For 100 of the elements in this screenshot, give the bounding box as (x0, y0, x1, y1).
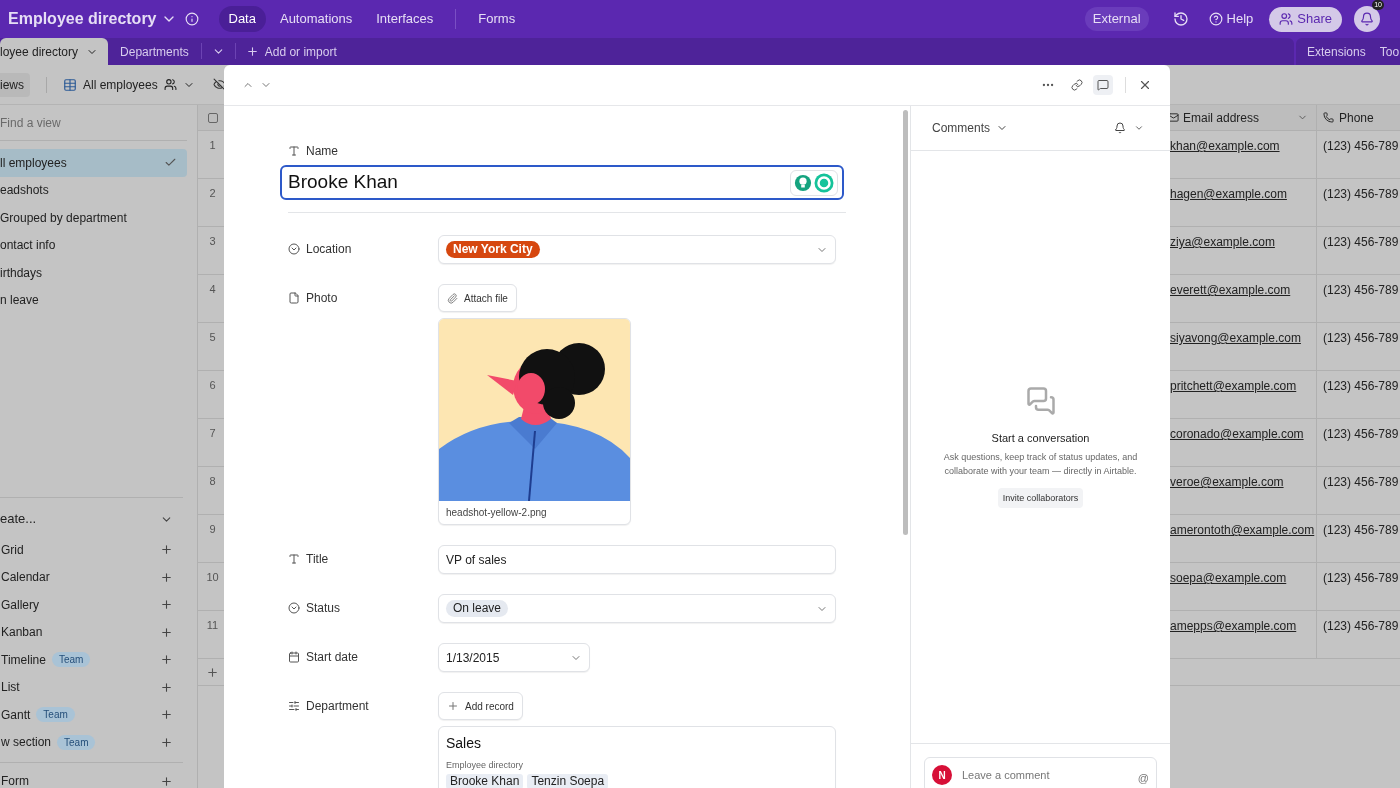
create-view-item[interactable]: Timeline (0, 650, 46, 669)
table-tab[interactable]: loyee directory (0, 38, 109, 65)
email-link[interactable]: khan@example.com (1170, 139, 1280, 153)
view-item[interactable]: ll employees (0, 149, 187, 177)
lightbulb-icon[interactable] (794, 173, 812, 192)
history-icon[interactable] (1172, 11, 1189, 27)
plus-icon[interactable] (160, 735, 173, 749)
base-title[interactable]: Employee directory (8, 7, 157, 31)
share-button[interactable]: Share (1269, 6, 1342, 32)
table-cell: (123) 456-789 (1323, 523, 1399, 537)
help-icon (1208, 12, 1223, 26)
comment-field[interactable]: N Leave a comment @ (924, 757, 1157, 788)
grid-icon (63, 77, 77, 92)
email-link[interactable]: amerontoth@example.com (1170, 523, 1315, 537)
plus-icon[interactable] (160, 598, 173, 612)
view-item[interactable]: n leave (0, 286, 187, 314)
table-cell: (123) 456-789 (1323, 139, 1399, 153)
create-view-item[interactable]: Kanban (0, 623, 43, 642)
plus-icon[interactable] (160, 543, 173, 557)
plus-icon[interactable] (160, 708, 173, 722)
create-view-item[interactable]: w section (0, 733, 52, 752)
circle-chevron-icon (288, 602, 300, 614)
field-label: Location (306, 241, 352, 258)
empty-description: Ask questions, keep track of status updates, and collaborate with your team — directly in Airtable. (942, 451, 1139, 479)
link-icon[interactable] (1071, 79, 1083, 91)
row-number: 11 (206, 618, 219, 631)
select-field[interactable]: On leave (438, 594, 836, 623)
name-field[interactable]: Brooke Khan (280, 165, 844, 200)
view-item[interactable]: ontact info (0, 231, 187, 259)
table-cell: (123) 456-789 (1323, 187, 1399, 201)
email-link[interactable]: veroe@example.com (1170, 475, 1284, 489)
create-view-item[interactable]: Gantt (0, 705, 31, 724)
email-link[interactable]: ziya@example.com (1170, 235, 1275, 249)
nav-tab[interactable]: Data (218, 6, 266, 32)
row-number: 5 (209, 330, 216, 343)
help-button[interactable]: Help (1208, 9, 1254, 29)
email-link[interactable]: everett@example.com (1170, 283, 1291, 297)
plus-icon[interactable] (160, 680, 173, 694)
plus-icon[interactable] (160, 775, 173, 788)
table-cell: (123) 456-789 (1323, 475, 1399, 489)
create-view-item[interactable]: Grid (0, 540, 24, 559)
views-button[interactable]: iews (0, 72, 30, 97)
add-record-button[interactable]: Add record (438, 692, 523, 720)
comments-toggle[interactable] (1093, 75, 1113, 95)
view-item[interactable]: eadshots (0, 176, 187, 204)
add-row-icon[interactable] (206, 665, 219, 679)
comments-dropdown[interactable]: Comments (932, 119, 1008, 137)
info-icon[interactable] (184, 12, 199, 26)
create-view-item[interactable]: List (0, 678, 20, 697)
paperclip-icon (447, 292, 458, 304)
notification-settings[interactable] (1114, 122, 1144, 134)
date-field[interactable]: 1/13/2015 (438, 643, 590, 672)
email-link[interactable]: siyavong@example.com (1170, 331, 1301, 345)
email-link[interactable]: coronado@example.com (1170, 427, 1304, 441)
bell-icon (1360, 12, 1374, 26)
toolbar-link[interactable]: Extensions (1307, 42, 1366, 61)
create-view-item[interactable]: Gallery (0, 595, 39, 614)
people-icon (163, 78, 177, 91)
email-link[interactable]: soepa@example.com (1170, 571, 1287, 585)
table-tab[interactable]: Departments (108, 38, 201, 65)
plus-icon (245, 45, 259, 58)
column-header[interactable]: Phone (1323, 108, 1374, 127)
select-all-checkbox[interactable] (207, 112, 218, 123)
plus-icon[interactable] (160, 653, 173, 667)
invite-collaborators-button[interactable]: Invite collaborators (997, 488, 1084, 509)
row-number: 9 (209, 522, 216, 535)
add-or-import-button[interactable]: Add or import (235, 38, 347, 65)
email-link[interactable]: hagen@example.com (1170, 187, 1287, 201)
close-icon[interactable] (1138, 78, 1152, 92)
team-badge: Team (51, 652, 91, 668)
mention-button[interactable]: @ (1137, 769, 1149, 787)
row-number: 3 (209, 234, 216, 247)
scrollbar[interactable] (903, 110, 908, 535)
nav-tab[interactable]: Forms (468, 6, 526, 32)
email-link[interactable]: pritchett@example.com (1170, 379, 1297, 393)
plus-icon[interactable] (160, 625, 173, 639)
view-item[interactable]: Grouped by department (0, 204, 187, 232)
table-cell: (123) 456-789 (1323, 571, 1399, 585)
column-header[interactable]: Email address (1168, 108, 1260, 127)
row-number: 4 (209, 282, 216, 295)
view-item[interactable]: irthdays (0, 259, 187, 287)
toolbar-link[interactable]: Too (1379, 42, 1400, 61)
text-field[interactable]: VP of sales (438, 545, 836, 574)
external-badge[interactable]: External (1084, 7, 1149, 31)
select-field[interactable]: New York City (438, 235, 836, 264)
row-number: 1 (209, 138, 216, 151)
field-label: Department (306, 698, 369, 715)
nav-tab[interactable]: Interfaces (366, 6, 444, 32)
attachment-card[interactable]: headshot-yellow-2.png (438, 318, 631, 525)
plus-icon[interactable] (160, 570, 173, 584)
view-switcher[interactable]: All employees (63, 75, 195, 94)
attach-file-button[interactable]: Attach file (438, 284, 517, 312)
table-cell: (123) 456-789 (1323, 331, 1399, 345)
nav-tab[interactable]: Automations (269, 6, 363, 32)
email-link[interactable]: amepps@example.com (1170, 619, 1297, 633)
row-number: 2 (209, 186, 216, 199)
linked-record-card[interactable]: Sales Employee directory Brooke Khan Tenzin Soepa (438, 726, 836, 788)
create-view-item[interactable]: Calendar (0, 568, 50, 587)
notifications-button[interactable] (1354, 6, 1380, 32)
create-view-item[interactable]: Form (0, 774, 29, 788)
